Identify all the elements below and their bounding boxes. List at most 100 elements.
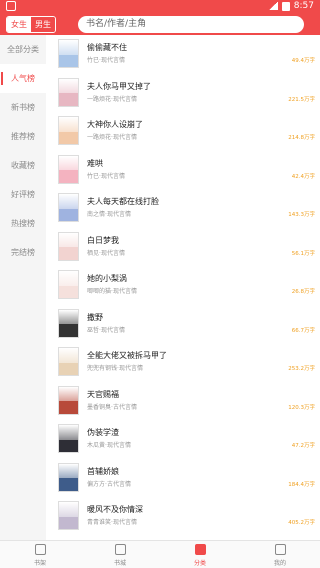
book-title: 夫人你马甲又掉了	[87, 81, 151, 91]
book-meta: 青青谁笑·现代言情	[87, 517, 137, 526]
sidebar-item[interactable]: 热搜榜	[0, 209, 46, 238]
book-title: 暖风不及你情深	[87, 505, 143, 514]
book-cover	[58, 231, 79, 261]
book-genre: 现代言情	[112, 95, 137, 103]
book-row[interactable]: 天官赐福 墨香铜臭·古代言情 120.3万字	[46, 382, 320, 421]
word-count: 47.2万字	[291, 443, 315, 449]
book-cover	[58, 270, 79, 299]
book-cover	[58, 154, 79, 184]
book-author: 兜兜有钢钱	[87, 365, 118, 372]
profile-icon	[274, 544, 286, 555]
book-row[interactable]: 全能大佬又被拆马甲了 兜兜有钢钱·现代言情 253.2万字	[46, 343, 320, 382]
tab-male[interactable]: 男生	[31, 17, 55, 32]
tab-item[interactable]: 我的	[240, 541, 320, 568]
word-count: 184.4万字	[288, 481, 315, 488]
book-cover	[58, 308, 79, 338]
cover-art	[59, 54, 78, 67]
cover-art	[59, 439, 78, 452]
word-count: 56.1万字	[291, 250, 315, 257]
cover-art	[59, 401, 78, 414]
book-genre: 现代言情	[112, 134, 137, 141]
book-row[interactable]: 伪装学渣 木瓜黄·现代言情 47.2万字	[46, 420, 320, 459]
sidebar-item[interactable]: 收藏榜	[0, 151, 46, 180]
battery-icon	[281, 1, 290, 11]
sidebar-item[interactable]: 全部分类	[0, 35, 46, 64]
bookstore-icon	[114, 544, 126, 555]
cover-art	[59, 478, 78, 491]
book-author: 南之情	[87, 211, 106, 218]
book-genre: 现代言情	[100, 326, 125, 334]
book-row[interactable]: 暖风不及你情深 青青谁笑·现代言情 405.2万字	[46, 497, 320, 536]
book-meta: 偏方方·古代言情	[87, 479, 131, 488]
clock: 8:57	[293, 1, 314, 11]
cover-art	[59, 131, 78, 144]
tab-label: 我的	[273, 560, 286, 567]
book-row[interactable]: 夫人你马甲又掉了 一路烦花·现代言情 221.5万字	[46, 74, 320, 113]
book-title: 白日梦我	[87, 235, 119, 245]
book-genre: 现代言情	[100, 57, 125, 64]
header: 女生 男生 书名/作者/主角	[0, 13, 320, 35]
book-row[interactable]: 偷偷藏不住 竹已·现代言情 49.4万字	[46, 35, 320, 74]
cover-art	[59, 208, 78, 221]
word-count: 221.5万字	[288, 96, 315, 103]
tab-item[interactable]: 书架	[0, 541, 80, 568]
book-title: 难哄	[87, 158, 103, 168]
signal-icon	[268, 2, 278, 10]
book-author: 唧唧的猫	[87, 288, 112, 295]
book-row[interactable]: 夫人每天都在线打脸 南之情·现代言情 143.3万字	[46, 189, 320, 228]
gender-switch: 女生 男生	[6, 16, 56, 33]
book-row[interactable]: 撒野 巫哲·现代言情 66.7万字	[46, 305, 320, 344]
ranking-sidebar: 全部分类 人气榜 新书榜 推荐榜 收藏榜 好评榜 热搜榜 完结榜	[0, 35, 46, 540]
sidebar-item[interactable]: 完结榜	[0, 238, 46, 267]
tab-item[interactable]: 书城	[80, 541, 160, 568]
book-genre: 古代言情	[106, 480, 131, 488]
bookshelf-icon	[34, 544, 46, 555]
book-list: 偷偷藏不住 竹已·现代言情 49.4万字 夫人你马甲又掉了 一路烦花·现代言情 221.5…	[46, 35, 320, 540]
book-row[interactable]: 首辅娇娘 偏方方·古代言情 184.4万字	[46, 459, 320, 498]
book-genre: 现代言情	[106, 211, 131, 218]
book-meta: 栖见·现代言情	[87, 248, 125, 257]
bottom-tabbar: 书架 书城 分类 我的	[0, 540, 320, 568]
sidebar-item[interactable]: 推荐榜	[0, 122, 46, 151]
word-count: 143.3万字	[288, 212, 315, 218]
sidebar-item[interactable]: 新书榜	[0, 93, 46, 122]
book-cover	[58, 501, 79, 530]
cover-art	[59, 170, 78, 183]
sidebar-item[interactable]: 好评榜	[0, 180, 46, 209]
book-title: 夫人每天都在线打脸	[87, 197, 159, 206]
search-input[interactable]: 书名/作者/主角	[78, 16, 304, 33]
sidebar-item[interactable]: 人气榜	[0, 64, 46, 93]
book-author: 偏方方	[87, 480, 106, 488]
book-row[interactable]: 大神你人设崩了 一路烦花·现代言情 214.8万字	[46, 112, 320, 151]
book-meta: 竹已·现代言情	[87, 171, 125, 180]
book-meta: 墨香铜臭·古代言情	[87, 402, 137, 411]
book-cover	[58, 385, 79, 415]
book-cover	[58, 39, 79, 68]
book-cover	[58, 116, 79, 145]
cover-art	[59, 247, 78, 260]
tab-label: 书城	[113, 560, 126, 567]
book-row[interactable]: 难哄竹已·现代言情 42.4万字	[46, 151, 320, 190]
book-author: 竹已	[87, 57, 100, 64]
book-cover	[58, 347, 79, 376]
word-count: 214.8万字	[288, 135, 315, 141]
tab-female[interactable]: 女生	[7, 17, 31, 32]
book-title: 大神你人设崩了	[87, 120, 143, 129]
word-count: 405.2万字	[288, 520, 315, 526]
word-count: 120.3万字	[288, 404, 315, 411]
tab-label: 书架	[33, 560, 46, 567]
cover-art	[59, 516, 78, 529]
book-cover	[58, 424, 79, 453]
book-row[interactable]: 她的小梨涡 唧唧的猫·现代言情 26.8万字	[46, 266, 320, 305]
cover-art	[59, 362, 78, 375]
word-count: 42.4万字	[291, 173, 315, 180]
book-author: 栖见	[87, 249, 100, 257]
book-author: 竹已	[87, 172, 100, 180]
book-row[interactable]: 白日梦我栖见·现代言情 56.1万字	[46, 228, 320, 267]
book-meta: 兜兜有钢钱·现代言情	[87, 363, 143, 372]
word-count: 49.4万字	[291, 58, 315, 64]
word-count: 253.2万字	[288, 366, 315, 372]
tab-item[interactable]: 分类	[160, 541, 240, 568]
book-meta: 巫哲·现代言情	[87, 325, 125, 334]
book-genre: 现代言情	[118, 365, 143, 372]
